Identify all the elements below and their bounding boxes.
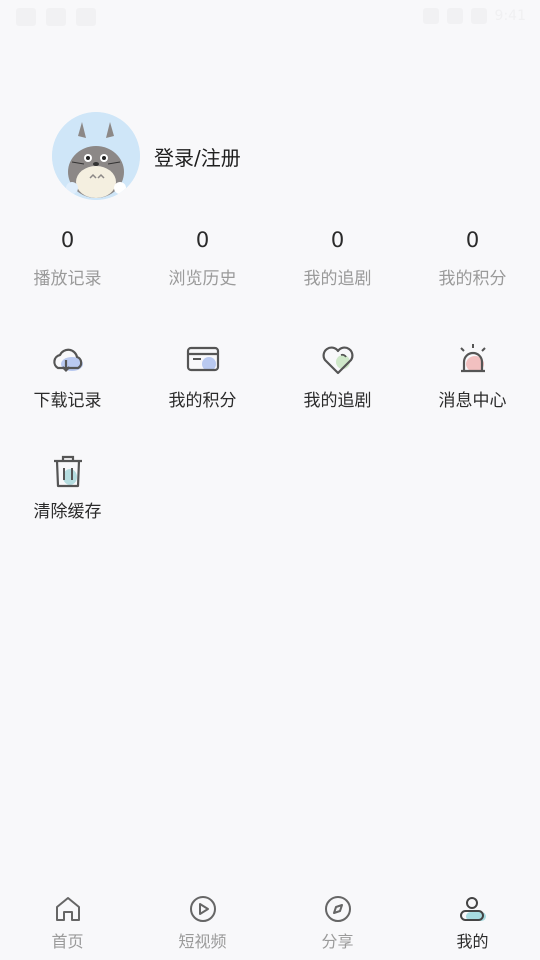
stat-my-points[interactable]: 0 我的积分: [405, 226, 540, 289]
trash-icon: [53, 455, 82, 488]
tab-label: 我的: [456, 932, 489, 951]
alarm-icon: [459, 344, 486, 373]
stat-label: 浏览历史: [168, 269, 237, 289]
stat-value: 0: [60, 228, 75, 252]
stat-value: 0: [330, 228, 345, 252]
menu-label: 清除缓存: [33, 502, 102, 522]
menu-item-downloads[interactable]: 下载记录: [0, 340, 135, 451]
status-bar: 9:41: [0, 0, 540, 34]
menu-label: 下载记录: [33, 391, 102, 411]
tab-home[interactable]: 首页: [0, 888, 135, 960]
menu-row: 清除缓存: [0, 451, 540, 562]
bottom-tab-bar: 首页 短视频 分享 我的: [0, 888, 540, 960]
profile-header[interactable]: 登录/注册: [52, 112, 241, 200]
stat-my-series[interactable]: 0 我的追剧: [270, 226, 405, 289]
compass-icon: [324, 896, 351, 922]
menu-row: 下载记录 我的积分 我的追剧 消息中心: [0, 340, 540, 451]
heart-icon: [322, 346, 353, 375]
gallery-icon: [46, 8, 66, 26]
menu-item-series[interactable]: 我的追剧: [270, 340, 405, 451]
app-icon: [76, 8, 96, 26]
play-icon: [189, 896, 216, 922]
tab-label: 短视频: [178, 932, 227, 951]
stat-label: 我的追剧: [303, 269, 372, 289]
menu-grid: 下载记录 我的积分 我的追剧 消息中心 清除缓存: [0, 340, 540, 562]
status-time: 9:41: [494, 8, 526, 24]
stat-label: 我的积分: [438, 269, 507, 289]
stats-row: 0 播放记录 0 浏览历史 0 我的追剧 0 我的积分: [0, 226, 540, 289]
menu-item-messages[interactable]: 消息中心: [405, 340, 540, 451]
tab-label: 分享: [321, 932, 354, 951]
menu-label: 消息中心: [438, 391, 507, 411]
tab-short-video[interactable]: 短视频: [135, 888, 270, 960]
home-icon: [55, 897, 80, 921]
status-left: [16, 8, 96, 26]
menu-item-clear-cache[interactable]: 清除缓存: [0, 451, 135, 562]
totoro-avatar-icon: [52, 112, 140, 200]
cloud-download-icon: [52, 348, 83, 373]
stat-label: 播放记录: [33, 269, 102, 289]
stat-play-records[interactable]: 0 播放记录: [0, 226, 135, 289]
tab-label: 首页: [51, 932, 84, 951]
status-right: 9:41: [422, 8, 526, 24]
login-register-link[interactable]: 登录/注册: [154, 142, 241, 171]
stat-browse-history[interactable]: 0 浏览历史: [135, 226, 270, 289]
wifi-icon: [422, 8, 439, 24]
menu-label: 我的追剧: [303, 391, 372, 411]
card-icon: [186, 346, 219, 372]
user-icon: [459, 897, 486, 921]
menu-label: 我的积分: [168, 391, 237, 411]
tab-mine[interactable]: 我的: [405, 888, 540, 960]
stat-value: 0: [195, 228, 210, 252]
avatar[interactable]: [52, 112, 140, 200]
tab-share[interactable]: 分享: [270, 888, 405, 960]
battery-icon: [470, 8, 487, 24]
page: 9:41 登录/注册 0 播放记录 0 浏览历史 0 我的追剧 0 我的积分 下…: [0, 0, 540, 960]
menu-item-points[interactable]: 我的积分: [135, 340, 270, 451]
notification-icon: [16, 8, 36, 26]
stat-value: 0: [465, 228, 480, 252]
signal-icon: [446, 8, 463, 24]
